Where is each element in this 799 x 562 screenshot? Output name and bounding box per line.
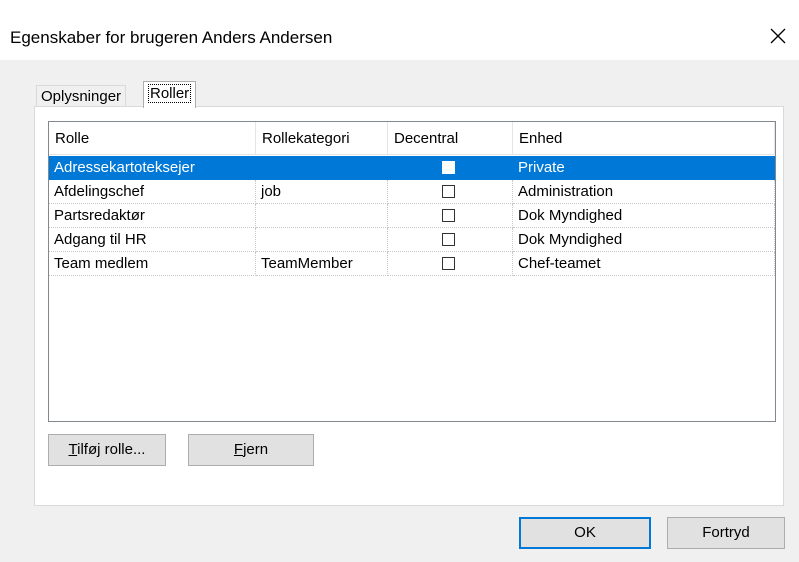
enhed-cell: Administration <box>513 180 775 204</box>
add-role-button[interactable]: Tilføj rolle... <box>48 434 166 466</box>
remove-role-button[interactable]: Fjern <box>188 434 314 466</box>
decentral-cell <box>388 180 513 204</box>
tab-roller[interactable]: Roller <box>143 81 197 108</box>
enhed-cell: Dok Myndighed <box>513 228 775 252</box>
add-role-mnemonic: T <box>68 441 78 458</box>
decentral-checkbox[interactable] <box>442 257 455 270</box>
decentral-checkbox[interactable] <box>442 161 455 174</box>
column-header-decentral[interactable]: Decentral <box>388 122 513 155</box>
kategori-cell <box>256 156 388 180</box>
decentral-cell <box>388 156 513 180</box>
column-header-enhed[interactable]: Enhed <box>513 122 775 155</box>
kategori-cell <box>256 204 388 228</box>
cancel-button[interactable]: Fortryd <box>667 517 785 549</box>
title-bar: Egenskaber for brugeren Anders Andersen <box>0 0 799 60</box>
decentral-cell <box>388 228 513 252</box>
rolle-cell: Adgang til HR <box>49 228 256 252</box>
decentral-checkbox[interactable] <box>442 209 455 222</box>
rolle-cell: Adressekartoteksejer <box>49 156 256 180</box>
enhed-cell: Dok Myndighed <box>513 204 775 228</box>
column-header-rollekategori[interactable]: Rollekategori <box>256 122 388 155</box>
decentral-cell <box>388 204 513 228</box>
decentral-checkbox[interactable] <box>442 185 455 198</box>
kategori-cell: TeamMember <box>256 252 388 276</box>
table-row[interactable]: Adressekartoteksejer Private <box>49 156 775 180</box>
remove-mnemonic: F <box>233 441 244 458</box>
column-header-rolle[interactable]: Rolle <box>49 122 256 155</box>
table-row[interactable]: Team medlem TeamMember Chef-teamet <box>49 252 775 276</box>
close-icon[interactable] <box>764 22 792 50</box>
table-row[interactable]: Afdelingschef job Administration <box>49 180 775 204</box>
ok-button[interactable]: OK <box>519 517 651 549</box>
table-row[interactable]: Adgang til HR Dok Myndighed <box>49 228 775 252</box>
window-title: Egenskaber for brugeren Anders Andersen <box>10 28 333 47</box>
decentral-cell <box>388 252 513 276</box>
tab-oplysninger[interactable]: Oplysninger <box>36 85 127 108</box>
roles-list[interactable]: Rolle Rollekategori Decentral Enhed Adre… <box>48 121 776 422</box>
rolle-cell: Afdelingschef <box>49 180 256 204</box>
rolle-cell: Partsredaktør <box>49 204 256 228</box>
kategori-cell: job <box>256 180 388 204</box>
tab-roller-label: Roller <box>148 84 192 103</box>
enhed-cell: Private <box>513 156 775 180</box>
remove-label: jern <box>243 441 269 458</box>
rolle-cell: Team medlem <box>49 252 256 276</box>
add-role-label: ilføj rolle... <box>77 441 146 458</box>
enhed-cell: Chef-teamet <box>513 252 775 276</box>
decentral-checkbox[interactable] <box>442 233 455 246</box>
kategori-cell <box>256 228 388 252</box>
list-header: Rolle Rollekategori Decentral Enhed <box>49 122 775 155</box>
table-row[interactable]: Partsredaktør Dok Myndighed <box>49 204 775 228</box>
